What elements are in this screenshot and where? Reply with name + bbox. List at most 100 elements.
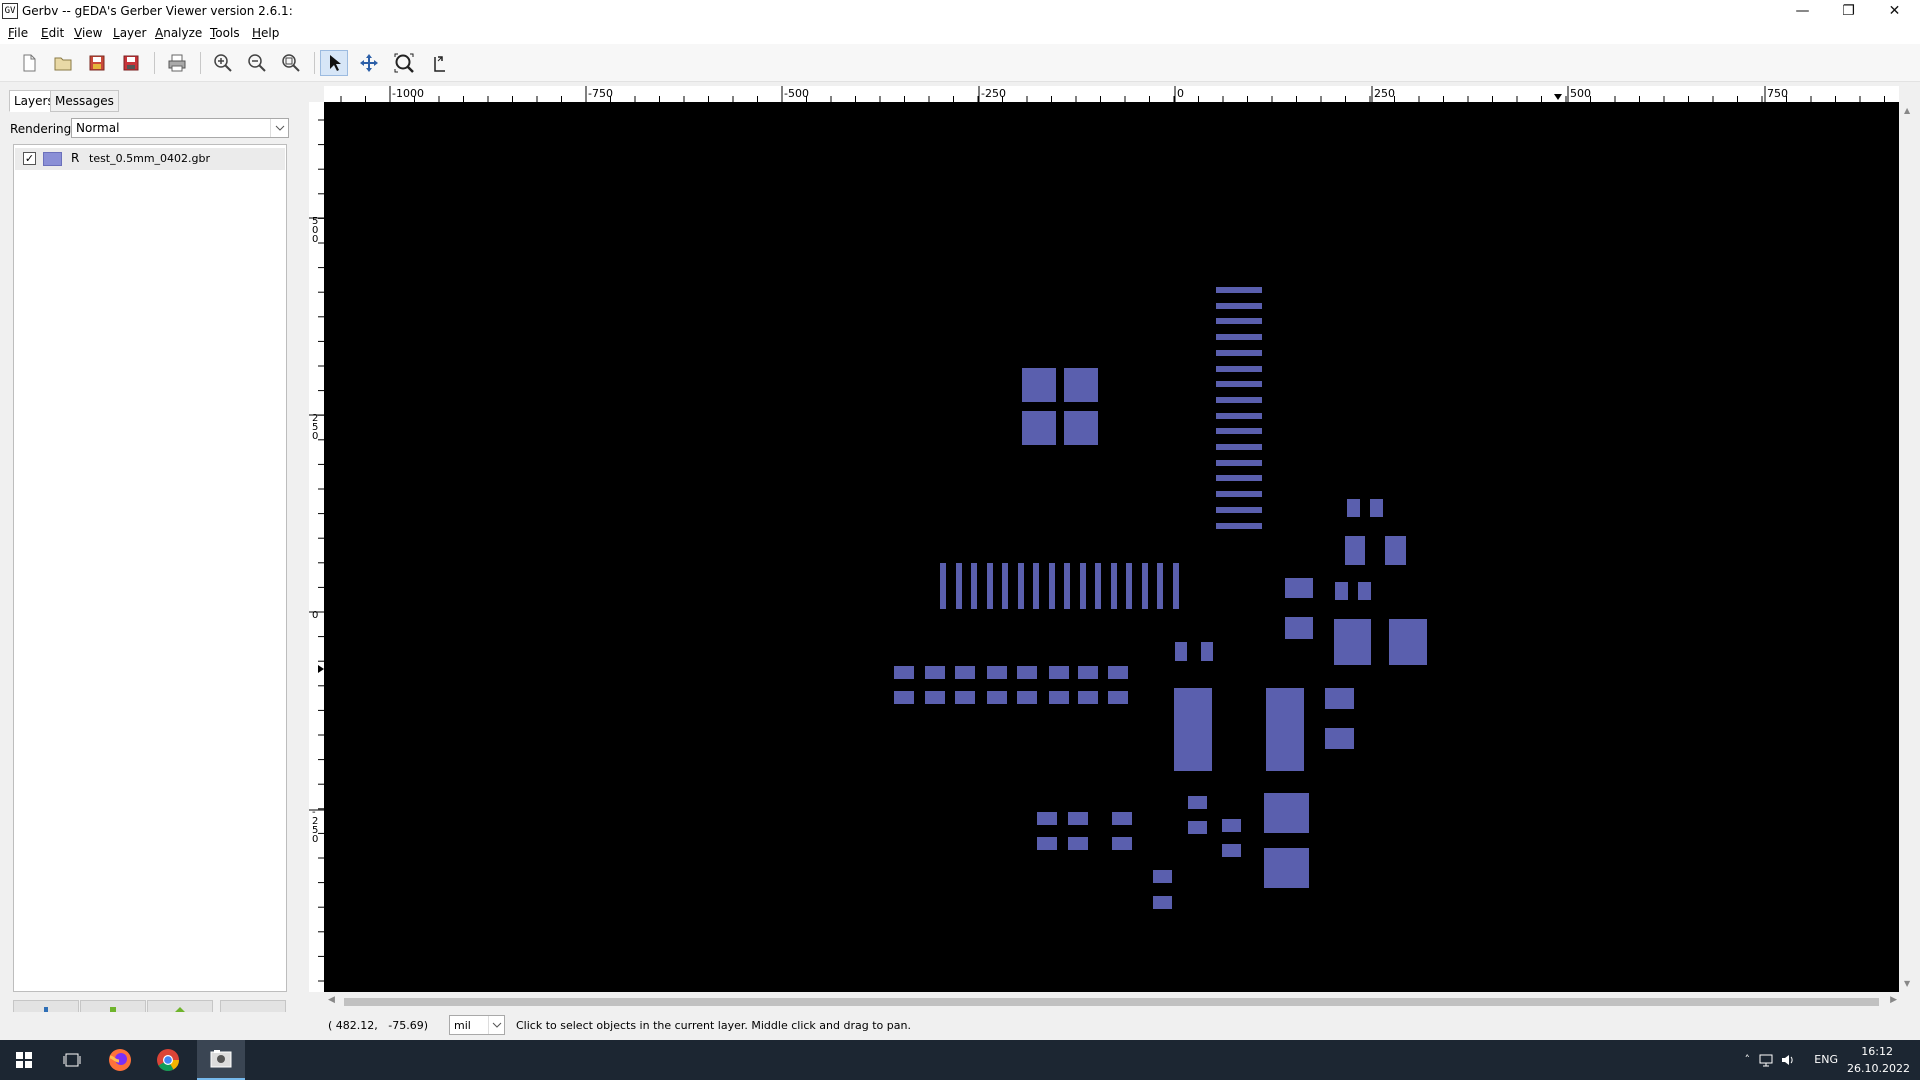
pad — [1174, 688, 1212, 771]
pointer-tool-icon — [330, 55, 341, 71]
pad — [1110, 563, 1117, 609]
pad — [1022, 411, 1056, 445]
zoom-fit-icon — [282, 54, 300, 72]
rendering-value: Normal — [76, 121, 120, 135]
pad — [1216, 475, 1262, 482]
zoom-out-icon — [248, 54, 266, 72]
pad — [1347, 499, 1360, 517]
save-button[interactable] — [83, 50, 111, 76]
open-button[interactable] — [49, 50, 77, 76]
pad — [1064, 368, 1098, 402]
pad — [1078, 666, 1098, 679]
volume-icon[interactable] — [1780, 1053, 1796, 1067]
pad — [1216, 396, 1262, 403]
menu-help[interactable]: Help — [252, 26, 279, 40]
cursor-coordinates: ( 482.12, -75.69) — [328, 1019, 429, 1032]
pointer-tool-button[interactable] — [320, 50, 348, 76]
pad — [1222, 819, 1241, 832]
pad — [1389, 619, 1427, 665]
pad — [987, 666, 1007, 679]
pad — [1108, 666, 1128, 679]
pad — [955, 691, 975, 704]
minimize-button[interactable]: — — [1780, 0, 1825, 22]
layer-color-swatch[interactable] — [43, 152, 62, 166]
pad — [1325, 688, 1354, 709]
pad — [1108, 691, 1128, 704]
toolbar-separator — [200, 52, 201, 74]
pad — [1216, 318, 1262, 325]
gerbv-taskbar-button[interactable] — [197, 1040, 245, 1080]
menu-layer[interactable]: Layer — [113, 26, 146, 40]
pad — [1068, 812, 1088, 825]
pad — [1266, 688, 1304, 771]
menu-analyze[interactable]: Analyze — [155, 26, 202, 40]
restore-button[interactable]: ❐ — [1826, 0, 1871, 22]
rendering-select[interactable]: Normal — [71, 118, 289, 138]
pad — [1325, 728, 1354, 749]
vertical-scrollbar[interactable]: ▲ ▼ — [1901, 102, 1916, 992]
pad — [955, 563, 962, 609]
scroll-right-icon: ▶ — [1890, 995, 1897, 1005]
scroll-left-icon: ◀ — [328, 995, 335, 1005]
pad — [1175, 642, 1187, 661]
zoom-out-button[interactable] — [243, 50, 271, 76]
pad — [1216, 506, 1262, 513]
ruler-label: -250 — [981, 87, 1006, 100]
close-button[interactable]: ✕ — [1872, 0, 1917, 22]
pad — [1216, 444, 1262, 450]
pad — [1216, 334, 1262, 341]
pad — [1285, 578, 1313, 598]
menu-tools[interactable]: Tools — [210, 26, 240, 40]
pad — [1216, 287, 1262, 293]
pad — [1049, 666, 1069, 679]
firefox-taskbar-button[interactable] — [96, 1040, 144, 1080]
status-bar: ( 482.12, -75.69) mil Click to select ob… — [0, 1012, 1920, 1040]
language-indicator[interactable]: ENG — [1814, 1053, 1838, 1066]
gerber-canvas[interactable] — [324, 102, 1899, 992]
pad — [1201, 642, 1213, 661]
menu-view[interactable]: View — [74, 26, 102, 40]
pad — [1037, 837, 1057, 850]
restore-icon: ❐ — [1842, 3, 1855, 19]
menu-file[interactable]: File — [8, 26, 28, 40]
zoom-tool-icon — [394, 53, 414, 73]
pad — [1216, 349, 1262, 356]
ruler-label: -1000 — [392, 87, 424, 100]
task-view-button[interactable] — [48, 1040, 96, 1080]
clock-date[interactable]: 26.10.2022 — [1847, 1062, 1910, 1075]
chevron-down-icon — [270, 119, 288, 137]
zoom-tool-button[interactable] — [390, 50, 418, 76]
layer-visibility-checkbox[interactable]: ✓ — [23, 152, 36, 165]
pad — [1095, 563, 1101, 609]
save-as-button[interactable] — [117, 50, 145, 76]
scrollbar-thumb[interactable] — [344, 998, 1879, 1006]
menu-edit[interactable]: Edit — [41, 26, 64, 40]
layer-name: test_0.5mm_0402.gbr — [89, 152, 211, 165]
units-select[interactable]: mil — [449, 1015, 505, 1035]
scroll-up-icon: ▲ — [1904, 106, 1911, 115]
ruler-label: 500 — [1570, 87, 1591, 100]
ruler-position-marker — [1554, 94, 1562, 100]
chrome-taskbar-button[interactable] — [144, 1040, 192, 1080]
ruler-label: 250 — [1374, 87, 1395, 100]
clock-time[interactable]: 16:12 — [1861, 1045, 1893, 1058]
layer-row[interactable]: ✓ R test_0.5mm_0402.gbr — [15, 148, 285, 170]
pad — [1078, 691, 1098, 704]
network-icon[interactable] — [1758, 1053, 1774, 1067]
pan-tool-button[interactable] — [355, 50, 383, 76]
zoom-fit-button[interactable] — [277, 50, 305, 76]
tab-messages[interactable]: Messages — [50, 90, 119, 112]
pad — [1188, 821, 1207, 834]
menu-bar: File Edit View Layer Analyze Tools Help — [0, 22, 1920, 44]
print-button[interactable] — [163, 50, 191, 76]
chevron-up-icon[interactable]: ˄ — [1745, 1053, 1751, 1066]
gerbv-app-icon — [210, 1050, 232, 1068]
start-button[interactable] — [0, 1040, 48, 1080]
pad — [1153, 870, 1172, 883]
new-project-button[interactable] — [15, 50, 43, 76]
zoom-in-button[interactable] — [209, 50, 237, 76]
horizontal-scrollbar[interactable]: ◀ ▶ — [324, 994, 1901, 1009]
pad — [1141, 563, 1148, 609]
measure-tool-button[interactable] — [425, 50, 453, 76]
layers-panel: Layers Messages Rendering: Normal ✓ R te… — [0, 82, 300, 1032]
